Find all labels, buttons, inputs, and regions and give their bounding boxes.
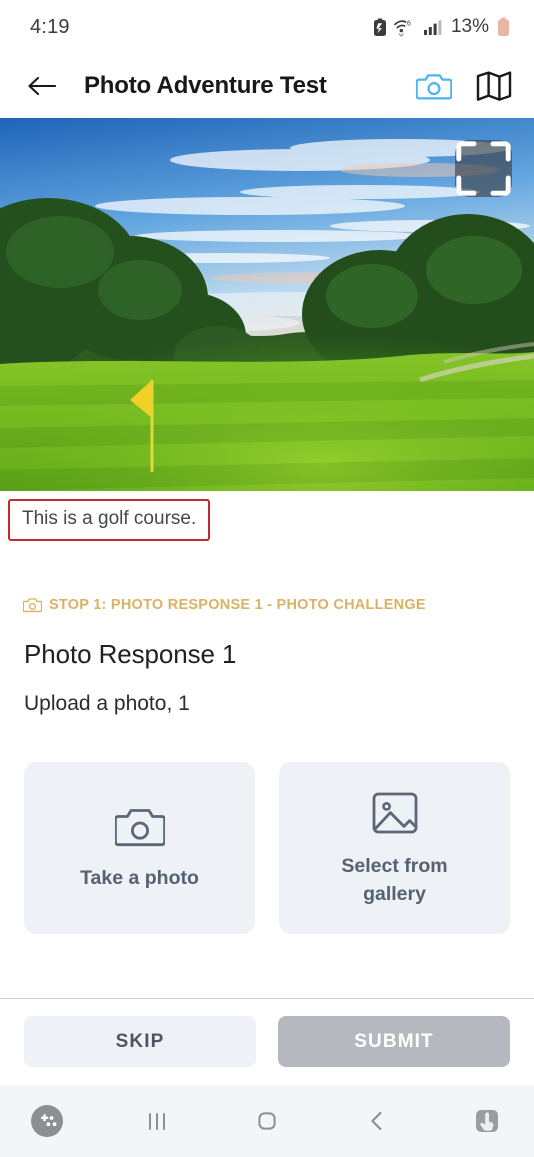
app-bar: Photo Adventure Test	[0, 54, 534, 118]
game-booster-icon	[31, 1105, 63, 1137]
touch-assist-button[interactable]	[460, 1094, 514, 1148]
caption-area: This is a golf course.	[0, 491, 534, 541]
home-icon	[258, 1112, 276, 1130]
select-gallery-card[interactable]: Select from gallery	[279, 762, 510, 934]
cellular-signal-icon	[423, 19, 442, 35]
hero-photo[interactable]	[0, 118, 534, 491]
status-time: 4:19	[30, 15, 70, 38]
map-icon	[476, 71, 512, 101]
photo-caption-text: This is a golf course.	[22, 508, 197, 529]
photo-caption-box[interactable]: This is a golf course.	[8, 499, 211, 541]
select-gallery-label: Select from gallery	[341, 854, 448, 905]
recents-button[interactable]	[130, 1094, 184, 1148]
status-indicators: 6 13%	[373, 16, 510, 38]
take-photo-label: Take a photo	[80, 866, 199, 889]
battery-percent: 13%	[450, 16, 489, 37]
golf-course-image	[0, 118, 534, 491]
camera-icon	[416, 74, 452, 100]
touch-assist-icon	[476, 1110, 498, 1132]
take-photo-card[interactable]: Take a photo	[24, 762, 255, 934]
page-title: Photo Adventure Test	[84, 72, 327, 99]
svg-text:6: 6	[407, 20, 411, 27]
nfc-battery-icon	[373, 18, 386, 36]
game-booster-button[interactable]	[20, 1094, 74, 1148]
back-arrow-icon	[28, 76, 56, 96]
submit-button[interactable]: SUBMIT	[278, 1016, 510, 1067]
image-gallery-icon	[372, 790, 418, 841]
action-buttons: SKIP SUBMIT	[0, 999, 534, 1085]
back-button[interactable]	[24, 69, 58, 103]
question-title: Photo Response 1	[24, 639, 237, 669]
map-button[interactable]	[475, 67, 513, 105]
expand-fullscreen-button[interactable]	[455, 140, 512, 197]
back-button-nav[interactable]	[350, 1094, 404, 1148]
recents-icon	[149, 1113, 165, 1130]
stop-label-text: STOP 1: PHOTO RESPONSE 1 - PHOTO CHALLEN…	[49, 597, 426, 613]
photo-option-cards: Take a photo Select from gallery	[0, 716, 534, 934]
android-nav-bar	[0, 1085, 534, 1157]
battery-icon	[498, 17, 509, 36]
back-icon	[371, 1111, 382, 1131]
stop-label: STOP 1: PHOTO RESPONSE 1 - PHOTO CHALLEN…	[0, 541, 534, 613]
phone-screen: 4:19 6 13% Photo Adventure Test This is …	[0, 0, 534, 1157]
question-content: STOP 1: PHOTO RESPONSE 1 - PHOTO CHALLEN…	[0, 541, 534, 998]
app-bar-actions	[415, 67, 513, 105]
home-button[interactable]	[240, 1094, 294, 1148]
wifi-6-icon: 6	[394, 19, 411, 37]
question-description: Upload a photo, 1	[24, 692, 190, 715]
status-bar: 4:19 6 13%	[0, 0, 534, 54]
camera-icon	[113, 806, 166, 853]
fullscreen-expand-icon	[456, 141, 511, 196]
skip-button[interactable]: SKIP	[24, 1016, 256, 1067]
camera-button[interactable]	[415, 67, 453, 105]
camera-icon	[23, 598, 42, 613]
